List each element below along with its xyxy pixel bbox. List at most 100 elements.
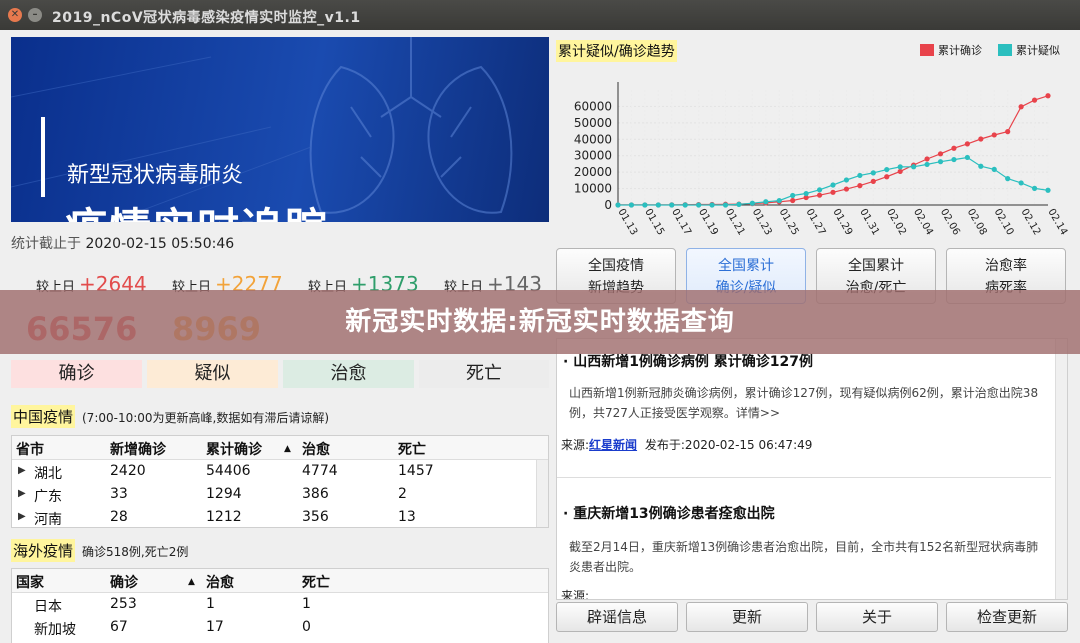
check-update-button[interactable]: 检查更新 [946,602,1068,632]
stat-time: 统计截止于 2020-02-15 05:50:46 [11,233,234,253]
category-suspected[interactable]: 疑似 [147,360,278,388]
data-point [722,202,729,208]
about-button[interactable]: 关于 [816,602,938,632]
x-tick-label: 02.04 [911,207,935,237]
tab-label-line1: 全国疫情 [588,258,644,274]
stat-time-label: 统计截止于 [11,236,81,252]
cell-dead: 13 [398,509,416,525]
expand-arrow-icon[interactable]: ▶ [18,488,26,499]
banner-image: 新型冠状病毒肺炎 疫情实时追踪 [11,37,549,222]
data-point [615,202,621,208]
news-scrollbar[interactable] [1055,339,1067,599]
news-source-link[interactable]: 红星新闻 [589,438,637,452]
data-point [816,187,823,193]
col-header[interactable]: 累计确诊 [206,439,262,459]
legend-swatch [998,44,1012,56]
news-title[interactable]: · 重庆新增13例确诊患者痊愈出院 [563,503,775,523]
table-row[interactable]: 日本 253 1 1 [12,593,548,616]
expand-arrow-icon[interactable]: ▶ [18,511,26,522]
data-point [776,197,782,204]
data-point [937,151,944,157]
data-point [978,163,984,169]
col-header[interactable]: 治愈 [302,439,330,459]
refresh-button[interactable]: 更新 [686,602,808,632]
news-source: 来源: [561,587,589,599]
cell-country: 新加坡 [34,622,76,638]
news-title[interactable]: · 山西新增1例确诊病例 累计确诊127例 [563,351,813,371]
x-tick-label: 01.27 [804,207,828,237]
col-header[interactable]: 省市 [16,439,44,459]
china-table-scrollbar[interactable] [536,460,548,527]
y-tick-label: 60000 [574,99,612,113]
data-point [803,190,809,197]
data-point [870,178,876,184]
data-point [642,202,648,208]
data-point [1005,129,1011,135]
expand-arrow-icon[interactable]: ▶ [18,465,26,476]
category-cured[interactable]: 治愈 [283,360,414,388]
x-tick-label: 01.21 [723,207,747,237]
col-header[interactable]: 国家 [16,572,44,592]
data-point [1031,97,1038,103]
data-point [628,202,635,208]
data-point [830,189,836,195]
sort-up-icon: ▲ [284,444,291,454]
legend-confirmed: 累计确诊 [920,42,982,58]
y-tick-label: 40000 [574,132,612,146]
caption-overlay: 新冠实时数据:新冠实时数据查询 [0,290,1080,354]
x-tick-label: 02.12 [1019,207,1043,237]
series-line [618,156,1049,206]
col-header[interactable]: 确诊 [110,572,138,592]
minimize-window-button[interactable]: – [28,8,42,22]
overseas-section-note: 确诊518例,死亡2例 [82,545,189,559]
news-source-label: 来源: [561,438,590,452]
data-point [897,164,903,170]
x-tick-label: 02.02 [884,207,908,237]
trend-chart: 010000200003000040000500006000001.13 01.1… [574,82,1068,237]
cell-new: 33 [110,486,128,502]
data-point [884,166,890,173]
data-point [897,168,903,175]
data-point [736,201,742,207]
table-row[interactable]: ▶ 湖北 2420 54406 4774 1457 [12,460,548,483]
china-section-title: 中国疫情 [11,405,76,428]
overseas-table: 国家 确诊 ▲ 治愈 死亡 日本 253 1 1 新加坡 67 17 0 [11,568,549,643]
category-dead[interactable]: 死亡 [419,360,549,388]
table-row[interactable]: ▶ 河南 28 1212 356 13 [12,506,548,529]
data-point [870,170,876,176]
col-header[interactable]: 新增确诊 [110,439,166,459]
x-tick-label: 02.10 [992,207,1016,237]
data-point [964,154,970,161]
col-header[interactable]: 死亡 [302,572,330,592]
cell-country: 日本 [34,599,62,615]
overseas-section-title: 海外疫情 [11,539,76,562]
data-point [1005,176,1011,182]
x-tick-label: 01.17 [669,207,693,237]
x-tick-label: 01.29 [830,207,854,237]
col-header[interactable]: 治愈 [206,572,234,592]
data-point [924,161,930,168]
table-row[interactable]: 新加坡 67 17 0 [12,616,548,639]
sort-up-icon: ▲ [188,577,195,587]
cell-cured: 386 [302,486,329,502]
legend-suspected: 累计疑似 [998,42,1060,58]
banner-title: 疫情实时追踪 [65,195,329,222]
china-table: 省市 新增确诊 累计确诊 ▲ 治愈 死亡 ▶ 湖北 2420 54406 477… [11,435,549,528]
data-point [763,199,769,205]
app-window: ✕ – 2019_nCoV冠状病毒感染疫情实时监控_v1.1 新型冠状病毒肺炎 … [0,0,1080,643]
close-window-button[interactable]: ✕ [8,8,22,22]
category-confirmed[interactable]: 确诊 [11,360,142,388]
cell-confirmed: 253 [110,596,137,612]
news-published: 发布于:2020-02-15 06:47:49 [644,438,813,452]
y-tick-label: 10000 [574,182,612,196]
table-header: 国家 确诊 ▲ 治愈 死亡 [12,569,548,593]
y-tick-label: 50000 [574,116,612,130]
table-row[interactable]: ▶ 广东 33 1294 386 2 [12,483,548,506]
cell-province: 河南 [34,512,62,528]
table-header: 省市 新增确诊 累计确诊 ▲ 治愈 死亡 [12,436,548,460]
cell-cured: 4774 [302,463,338,479]
tab-label-line1: 全国累计 [718,258,774,274]
rumor-info-button[interactable]: 辟谣信息 [556,602,678,632]
cell-cured: 17 [206,619,224,635]
col-header[interactable]: 死亡 [398,439,426,459]
